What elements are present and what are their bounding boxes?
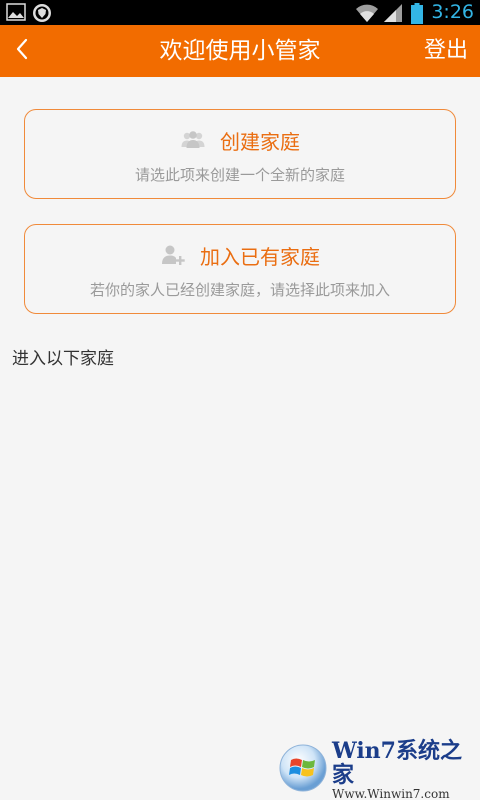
watermark: Win7系统之家 Www.Winwin7.com [278, 739, 474, 800]
watermark-brand: Win7系统之家 [332, 738, 462, 788]
watermark-url: Www.Winwin7.com [332, 787, 450, 800]
create-family-description: 请选此项来创建一个全新的家庭 [134, 166, 345, 184]
status-bar: 3:26 [0, 0, 480, 25]
join-family-option[interactable]: 加入已有家庭 若你的家人已经创建家庭，请选择此项来加入 [24, 224, 456, 314]
clock: 3:26 [431, 1, 474, 23]
windows-logo-icon [278, 743, 328, 797]
signal-icon [383, 3, 403, 23]
wifi-icon [355, 3, 379, 23]
battery-icon [411, 2, 424, 24]
create-family-header: 创建家庭 [25, 124, 455, 156]
back-button[interactable] [0, 25, 44, 77]
add-user-icon [160, 243, 186, 267]
create-family-option[interactable]: 创建家庭 请选此项来创建一个全新的家庭 [24, 109, 456, 199]
watermark-text: Win7系统之家 Www.Winwin7.com [332, 739, 474, 800]
chevron-left-icon [14, 37, 30, 65]
join-family-header: 加入已有家庭 [25, 239, 455, 271]
group-icon [180, 128, 206, 152]
title-bar: 欢迎使用小管家 登出 [0, 25, 480, 77]
image-icon [6, 3, 26, 23]
shield-icon [32, 3, 52, 23]
page-title: 欢迎使用小管家 [159, 38, 321, 64]
family-list-heading: 进入以下家庭 [12, 349, 114, 369]
logout-button[interactable]: 登出 [424, 25, 468, 77]
join-family-description: 若你的家人已经创建家庭，请选择此项来加入 [89, 281, 390, 299]
create-family-title: 创建家庭 [220, 129, 300, 154]
join-family-title: 加入已有家庭 [200, 244, 320, 269]
